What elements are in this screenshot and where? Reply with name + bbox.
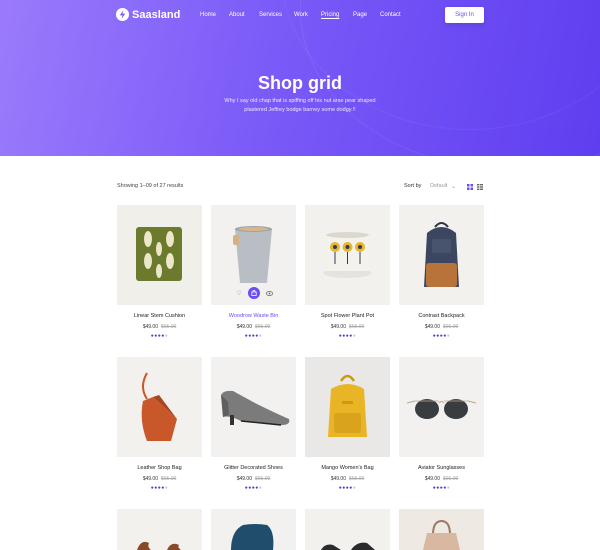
product-card[interactable]: Glitter Decorated Shoes $49.00 $65.00 ●●●…	[211, 357, 296, 491]
product-price: $49.00 $65.00	[399, 324, 484, 330]
product-price-old: $65.00	[349, 476, 365, 482]
product-name[interactable]: Glitter Decorated Shoes	[211, 465, 296, 471]
product-image[interactable]	[399, 357, 484, 457]
product-image[interactable]	[117, 509, 202, 550]
product-price-current: $49.00	[142, 476, 158, 482]
product-card[interactable]: ♡ Woodrow Waste Bin $49.00 $65.00 ●●●●●	[211, 205, 296, 339]
product-price-old: $65.00	[255, 476, 271, 482]
product-name[interactable]: Linear Stem Cushion	[117, 313, 202, 319]
sign-in-button[interactable]: Sign In	[445, 7, 484, 23]
product-card[interactable]: Mango Women's Bag $49.00 $65.00 ●●●●●	[305, 357, 390, 491]
brand-name: Saasland	[132, 8, 181, 21]
shop-content	[0, 156, 600, 550]
logo-icon	[116, 8, 129, 21]
product-price-current: $49.00	[424, 476, 440, 482]
product-rating: ●●●●●	[244, 485, 263, 491]
grid-view-icon[interactable]	[467, 184, 473, 190]
product-card[interactable]	[117, 509, 202, 550]
product-price: $49.00 $65.00	[117, 324, 202, 330]
product-rating: ●●●●●	[338, 485, 357, 491]
product-rating: ●●●●●	[150, 485, 169, 491]
product-rating: ●●●●●	[150, 333, 169, 339]
cart-icon[interactable]	[248, 287, 260, 299]
page-subtitle: Why I say old chap that is spiffing off …	[224, 98, 376, 113]
product-price: $49.00 $65.00	[211, 476, 296, 482]
product-card[interactable]: Spot Flower Plant Pot $49.00 $65.00 ●●●●●	[305, 205, 390, 339]
product-price: $49.00 $65.00	[399, 476, 484, 482]
product-card[interactable]	[399, 509, 484, 550]
product-price-old: $65.00	[443, 476, 459, 482]
heart-icon[interactable]: ♡	[233, 287, 245, 299]
nav-pricing[interactable]: Pricing	[321, 12, 339, 18]
product-price-current: $49.00	[330, 324, 346, 330]
product-card[interactable]: Linear Stem Cushion $49.00 $65.00 ●●●●●	[117, 205, 202, 339]
nav-contact[interactable]: Contact	[380, 12, 401, 18]
product-price-old: $65.00	[443, 324, 459, 330]
product-price-current: $49.00	[236, 324, 252, 330]
nav-services[interactable]: Services	[259, 12, 282, 18]
product-rating: ●●●●●	[432, 485, 451, 491]
product-price-current: $49.00	[330, 476, 346, 482]
product-image[interactable]	[399, 509, 484, 550]
eye-icon[interactable]	[263, 287, 275, 299]
product-image[interactable]	[305, 357, 390, 457]
sort-select[interactable]: Default	[430, 183, 447, 189]
product-card[interactable]: Leather Shop Bag $49.00 $65.00 ●●●●●	[117, 357, 202, 491]
nav-page[interactable]: Page	[353, 12, 367, 18]
product-price: $49.00 $65.00	[117, 476, 202, 482]
product-card[interactable]: Aviator Sunglasses $49.00 $65.00 ●●●●●	[399, 357, 484, 491]
product-image[interactable]	[117, 357, 202, 457]
product-price-current: $49.00	[424, 324, 440, 330]
product-image[interactable]	[399, 205, 484, 305]
product-price: $49.00 $65.00	[305, 476, 390, 482]
product-name[interactable]: Spot Flower Plant Pot	[305, 313, 390, 319]
list-view-icon[interactable]	[477, 184, 483, 190]
page-title: Shop grid	[258, 73, 342, 93]
nav-work[interactable]: Work	[294, 12, 308, 18]
product-image[interactable]	[305, 205, 390, 305]
product-rating: ●●●●●	[244, 333, 263, 339]
product-rating: ●●●●●	[338, 333, 357, 339]
product-name[interactable]: Woodrow Waste Bin	[211, 313, 296, 319]
product-price-current: $49.00	[142, 324, 158, 330]
product-card[interactable]	[211, 509, 296, 550]
product-price-current: $49.00	[236, 476, 252, 482]
product-actions: ♡	[233, 286, 275, 300]
product-image[interactable]	[117, 205, 202, 305]
product-price: $49.00 $65.00	[305, 324, 390, 330]
product-price-old: $65.00	[161, 476, 177, 482]
product-name[interactable]: Leather Shop Bag	[117, 465, 202, 471]
nav-about[interactable]: About	[229, 12, 245, 18]
sort-label: Sort by	[404, 183, 422, 189]
product-card[interactable]: Contrast Backpack $49.00 $65.00 ●●●●●	[399, 205, 484, 339]
product-name[interactable]: Contrast Backpack	[399, 313, 484, 319]
product-price-old: $65.00	[161, 324, 177, 330]
product-image[interactable]	[305, 509, 390, 550]
product-name[interactable]: Mango Women's Bag	[305, 465, 390, 471]
product-price: $49.00 $65.00	[211, 324, 296, 330]
product-image[interactable]: ♡	[211, 205, 296, 305]
product-image[interactable]	[211, 509, 296, 550]
nav-home[interactable]: Home	[200, 12, 216, 18]
product-rating: ●●●●●	[432, 333, 451, 339]
chevron-down-icon[interactable]: ⌄	[451, 183, 456, 190]
brand-logo[interactable]: Saasland	[116, 8, 180, 21]
results-count: Showing 1–09 of 27 results	[117, 183, 184, 189]
product-price-old: $65.00	[255, 324, 271, 330]
product-price-old: $65.00	[349, 324, 365, 330]
product-image[interactable]	[211, 357, 296, 457]
product-card[interactable]	[305, 509, 390, 550]
product-name[interactable]: Aviator Sunglasses	[399, 465, 484, 471]
